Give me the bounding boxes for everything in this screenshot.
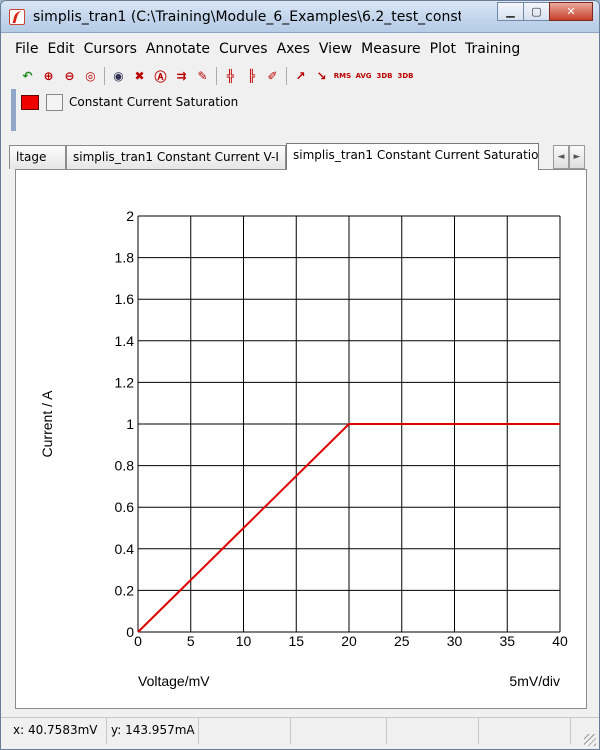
y-tick-label: 1.4 [115, 333, 135, 349]
status-cell-empty-3 [387, 718, 479, 744]
status-y-coordinate: y: 143.957mA [107, 718, 199, 744]
rms-icon[interactable]: RMS [332, 66, 353, 86]
y-tick-label: 2 [126, 208, 134, 224]
move-curve-icon[interactable]: ⇉ [171, 66, 192, 86]
x-tick-label: 25 [394, 633, 410, 649]
x-tick-label: 30 [447, 633, 463, 649]
status-cell-empty-1 [199, 718, 291, 744]
fall-time-icon[interactable]: ↘ [311, 66, 332, 86]
y-tick-label: 0.4 [115, 541, 135, 557]
status-cell-empty-4 [479, 718, 571, 744]
resize-grip-icon[interactable] [584, 734, 596, 746]
curve-select-checkbox[interactable] [46, 94, 63, 111]
y-tick-label: 0.2 [115, 582, 135, 598]
3db-high-icon[interactable]: 3DB [374, 66, 395, 86]
y-tick-label: 0.8 [115, 458, 135, 474]
x-axis-label: Voltage/mV [138, 673, 210, 689]
y-tick-label: 0 [126, 624, 134, 640]
title-bar[interactable]: simplis_tran1 (C:\Training\Module_6_Exam… [1, 1, 599, 33]
toolbar-separator [104, 67, 105, 85]
tab-scroll-right-button[interactable]: ► [569, 145, 585, 169]
x-tick-label: 40 [552, 633, 568, 649]
menu-measure[interactable]: Measure [361, 38, 421, 60]
chart-svg[interactable]: 0 5 10 15 20 25 30 35 40 0 0.2 0.4 0.6 0.8 1 1.2 1.4 1.6 1… [16, 170, 586, 708]
y-tick-label: 1 [126, 416, 134, 432]
status-bar: x: 40.7583mV y: 143.957mA [1, 717, 599, 749]
3db-low-icon[interactable]: 3DB [395, 66, 416, 86]
legend-bar: Constant Current Saturation [11, 89, 599, 131]
menu-bar: File Edit Cursors Annotate Curves Axes View Mea… [1, 38, 599, 60]
x-tick-label: 5 [187, 633, 195, 649]
menu-edit[interactable]: Edit [47, 38, 74, 60]
simplis-app-icon [9, 9, 25, 25]
x-tick-label: 20 [341, 633, 357, 649]
status-cell-empty-2 [291, 718, 387, 744]
x-div-label: 5mV/div [509, 673, 560, 689]
maximize-button[interactable]: ▢ [523, 2, 550, 21]
menu-axes[interactable]: Axes [277, 38, 310, 60]
curve-color-swatch[interactable] [21, 95, 39, 110]
menu-annotate[interactable]: Annotate [146, 38, 210, 60]
menu-curves[interactable]: Curves [219, 38, 268, 60]
curve-properties-icon[interactable]: ✐ [262, 66, 283, 86]
curve-legend-label[interactable]: Constant Current Saturation [69, 95, 238, 109]
app-window: simplis_tran1 (C:\Training\Module_6_Exam… [0, 0, 600, 750]
minimize-button[interactable]: ▁ [497, 2, 524, 21]
zoom-out-icon[interactable]: ⊖ [59, 66, 80, 86]
tab-voltage[interactable]: ltage [9, 145, 66, 169]
delete-curve-icon[interactable]: ✖ [129, 66, 150, 86]
new-grid-icon[interactable]: ╬ [220, 66, 241, 86]
menu-file[interactable]: File [15, 38, 38, 60]
x-tick-label: 15 [288, 633, 304, 649]
x-tick-label: 0 [134, 633, 142, 649]
menu-training[interactable]: Training [465, 38, 520, 60]
y-axis-label: Current / A [39, 390, 55, 458]
tab-constant-current-v-i[interactable]: simplis_tran1 Constant Current V-I [66, 145, 286, 169]
y-tick-label: 1.2 [115, 374, 135, 390]
menu-cursors[interactable]: Cursors [84, 38, 137, 60]
stack-grid-icon[interactable]: ╠ [241, 66, 262, 86]
eye-icon[interactable]: ◉ [108, 66, 129, 86]
status-x-coordinate: x: 40.7583mV [9, 718, 107, 744]
window-controls: ▁ ▢ ✕ [497, 2, 593, 21]
x-tick-label: 10 [236, 633, 252, 649]
y-tick-label: 0.6 [115, 499, 135, 515]
plot-area[interactable]: 0 5 10 15 20 25 30 35 40 0 0.2 0.4 0.6 0.8 1 1.2 1.4 1.6 1… [15, 169, 587, 709]
menu-plot[interactable]: Plot [430, 38, 456, 60]
menu-view[interactable]: View [319, 38, 352, 60]
x-tick-label: 35 [499, 633, 515, 649]
tab-constant-current-saturation[interactable]: simplis_tran1 Constant Current Saturatio… [286, 143, 539, 170]
y-tick-label: 1.8 [115, 250, 135, 266]
graph-tabs: ltage simplis_tran1 Constant Current V-I… [9, 143, 597, 170]
y-tick-label: 1.6 [115, 291, 135, 307]
zoom-in-icon[interactable]: ⊕ [38, 66, 59, 86]
avg-icon[interactable]: AVG [353, 66, 374, 86]
zoom-fit-icon[interactable]: ◎ [80, 66, 101, 86]
toolbar-separator [286, 67, 287, 85]
toolbar-separator [216, 67, 217, 85]
legend-grip[interactable] [11, 89, 16, 131]
window-title: simplis_tran1 (C:\Training\Module_6_Exam… [33, 9, 461, 25]
undo-icon[interactable]: ↶ [17, 66, 38, 86]
toolbar: ↶ ⊕ ⊖ ◎ ◉ ✖ Ⓐ ⇉ ✎ ╬ ╠ ✐ ↗ ↘ RMS AVG 3DB 3DB [11, 65, 599, 87]
edit-curve-icon[interactable]: ✎ [192, 66, 213, 86]
rise-time-icon[interactable]: ↗ [290, 66, 311, 86]
close-button[interactable]: ✕ [549, 2, 593, 21]
rename-curve-icon[interactable]: Ⓐ [150, 66, 171, 86]
tab-scroll-left-button[interactable]: ◄ [553, 145, 569, 169]
tab-scroll-controls: ◄ ► [553, 145, 585, 169]
